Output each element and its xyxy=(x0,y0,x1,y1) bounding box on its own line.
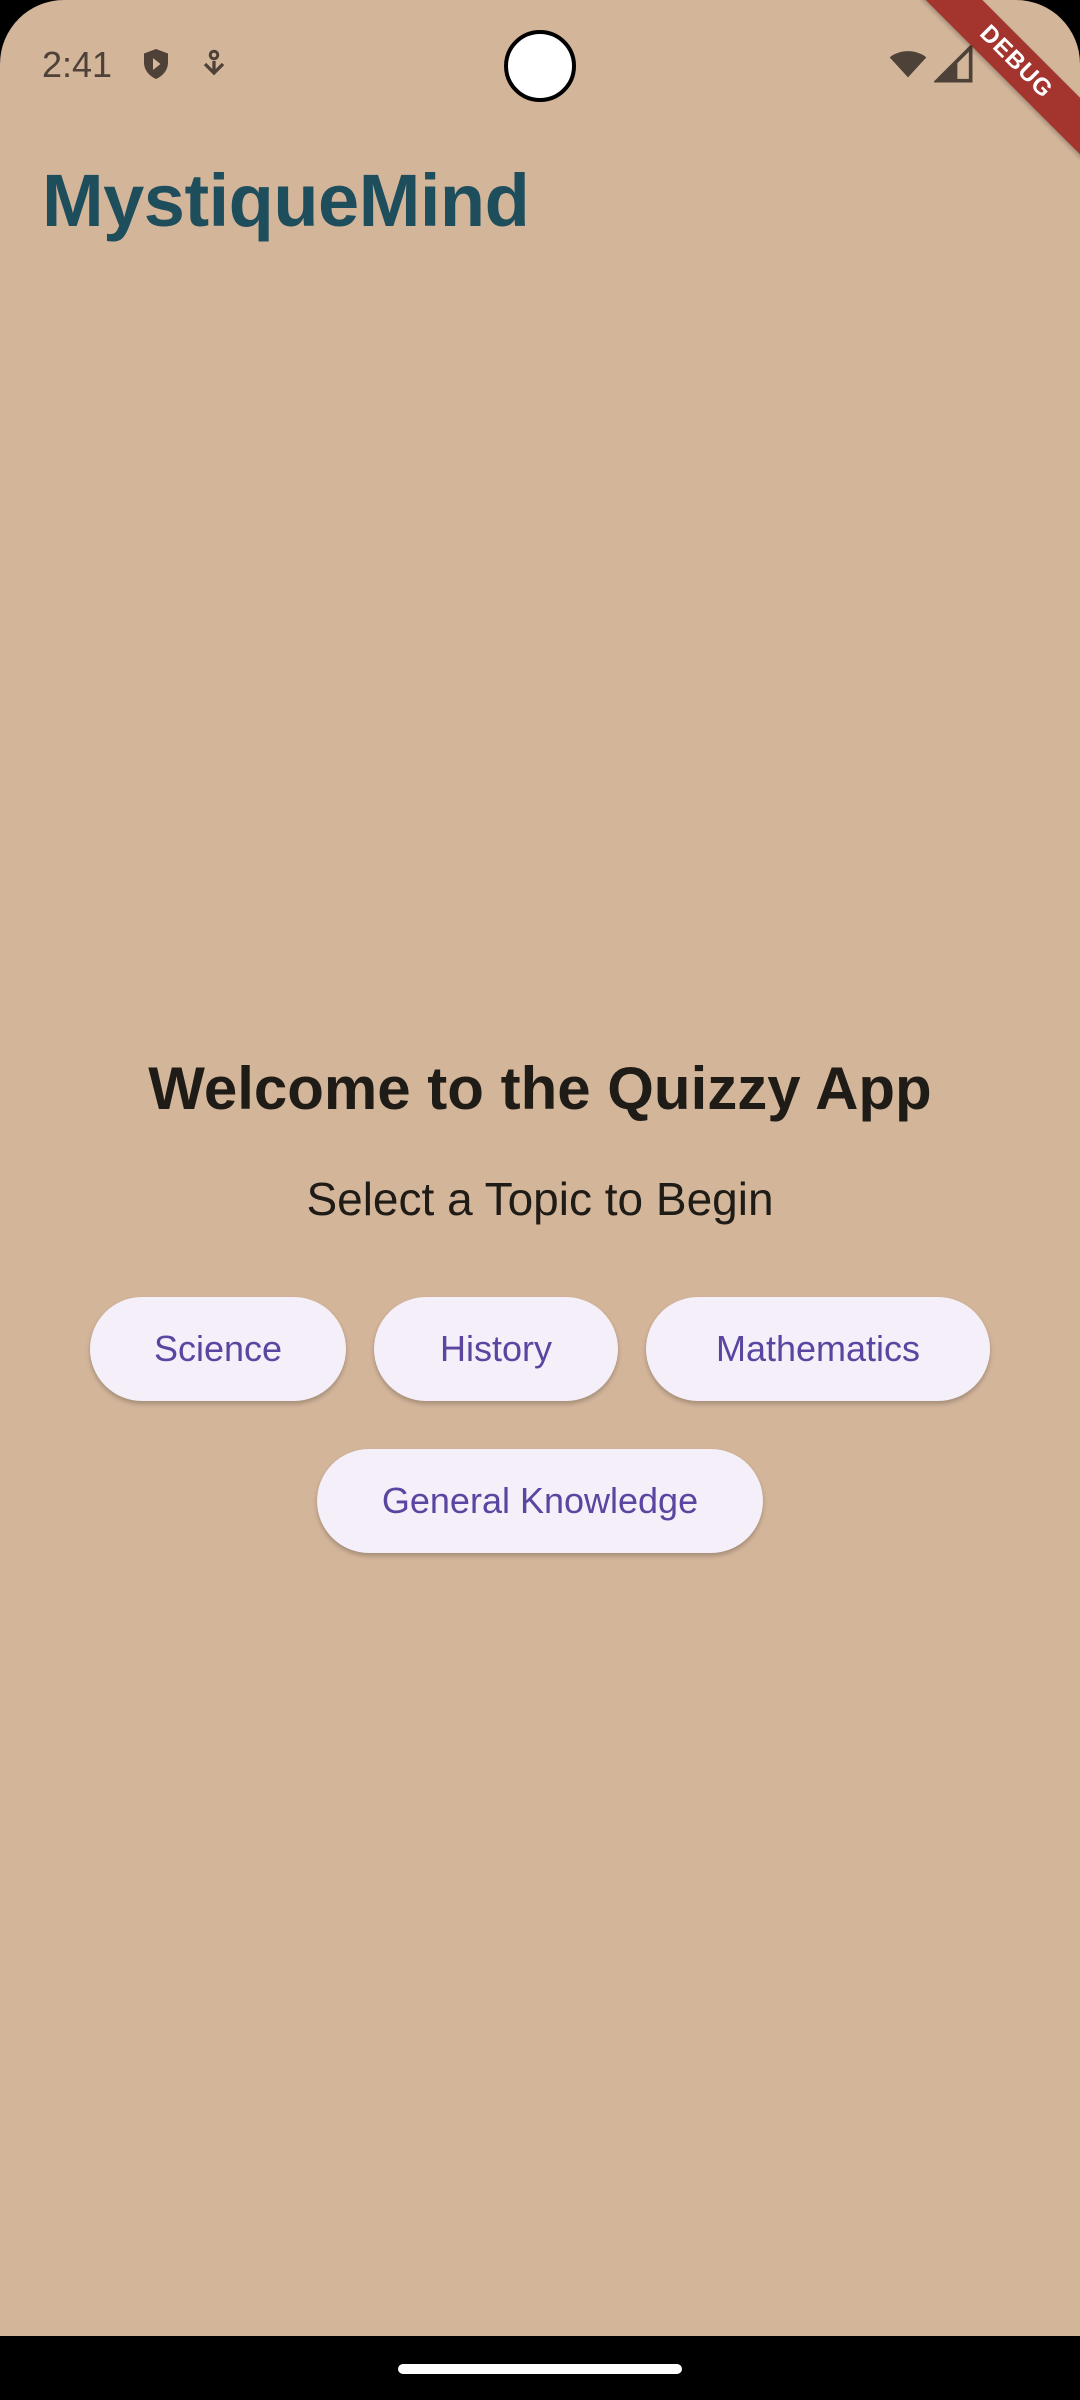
wifi-icon xyxy=(888,44,928,84)
topic-button-science[interactable]: Science xyxy=(90,1297,346,1401)
shield-play-icon xyxy=(138,46,174,82)
topic-button-general-knowledge[interactable]: General Knowledge xyxy=(317,1449,763,1553)
status-bar: 2:41 xyxy=(0,0,1080,132)
app-title: MystiqueMind xyxy=(42,159,530,242)
topic-button-history[interactable]: History xyxy=(374,1297,618,1401)
status-time: 2:41 xyxy=(42,44,113,85)
front-camera xyxy=(504,30,576,102)
gesture-nav-handle[interactable] xyxy=(398,2364,682,2374)
welcome-heading: Welcome to the Quizzy App xyxy=(148,1055,932,1122)
phone-frame: 2:41 DEBUG MystiqueMind Welcome to the Q… xyxy=(0,0,1080,2400)
select-topic-subheading: Select a Topic to Begin xyxy=(306,1173,774,1225)
cellular-signal-icon xyxy=(932,42,974,84)
app-screen: 2:41 DEBUG MystiqueMind Welcome to the Q… xyxy=(0,0,1080,2336)
download-notification-icon xyxy=(196,46,232,82)
topic-button-mathematics[interactable]: Mathematics xyxy=(646,1297,990,1401)
